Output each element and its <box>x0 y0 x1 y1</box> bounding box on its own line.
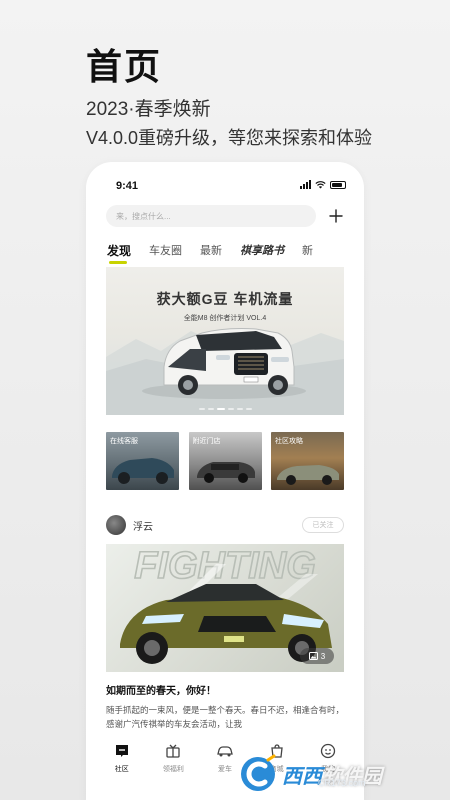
promo-banner[interactable]: 获大额G豆 车机流量 全能M8 创作者计划 VOL.4 <box>106 267 344 415</box>
post-username[interactable]: 浮云 <box>133 518 153 533</box>
card-label: 在线客服 <box>110 438 138 445</box>
wifi-icon <box>315 181 326 189</box>
signal-icon <box>300 180 311 189</box>
plus-icon <box>329 209 343 223</box>
card-community-guide[interactable]: 社区攻略 <box>271 432 344 490</box>
phone-screen: 9:41 来，搜点什么... 发现 车友圈 最新 祺享路书 新 获大额G豆 车机… <box>86 162 364 800</box>
tab-road-book[interactable]: 祺享路书 <box>240 242 284 258</box>
card-label: 附近门店 <box>192 438 221 445</box>
nav-community[interactable]: 社区 <box>100 742 144 800</box>
nav-label: 领福利 <box>162 766 184 773</box>
pagination-dot[interactable] <box>198 408 205 410</box>
nav-label: 社区 <box>114 766 129 773</box>
community-icon <box>113 742 131 760</box>
tab-car-friends[interactable]: 车友圈 <box>149 242 182 258</box>
post-image-text: FIGHTING <box>134 545 316 587</box>
add-post-button[interactable] <box>326 205 346 227</box>
tab-discover[interactable]: 发现 <box>107 242 131 264</box>
post-body[interactable]: 随手抓起的一束风，便是一整个春天。春日不迟，相逢合有时，感谢广汽传祺举的车友会活… <box>106 703 344 731</box>
card-nearby-store[interactable]: 附近门店 <box>188 432 262 490</box>
pagination-dot[interactable] <box>227 408 234 410</box>
tab-new[interactable]: 新 <box>302 242 313 258</box>
nav-label: 爱车 <box>217 766 232 773</box>
pagination-dot[interactable] <box>245 408 252 410</box>
watermark-url: CR173.com <box>318 778 366 788</box>
promo-description: V4.0.0重磅升级，等您来探索和体验 <box>86 128 373 148</box>
mpv-car-image <box>163 328 295 395</box>
feed-tabs: 发现 车友圈 最新 祺享路书 新 <box>107 240 351 264</box>
follow-button[interactable]: 已关注 <box>302 517 344 533</box>
search-row: 来，搜点什么... <box>106 205 346 227</box>
avatar[interactable] <box>106 515 126 535</box>
tab-latest[interactable]: 最新 <box>200 242 222 258</box>
promo-subtitle: 2023·春季焕新 <box>86 99 211 120</box>
post-header: 浮云 已关注 <box>106 514 344 536</box>
battery-icon <box>330 180 346 189</box>
post-image[interactable]: FIGHTING 3 <box>106 544 344 672</box>
car-icon <box>216 742 234 760</box>
pagination-dot[interactable] <box>216 408 225 410</box>
watermark: 西西软件园 CR173.com <box>238 754 444 794</box>
gift-icon <box>164 742 182 760</box>
post-title[interactable]: 如期而至的春天，你好！ <box>106 682 216 697</box>
image-icon <box>308 652 318 660</box>
watermark-brand-a: 西西 <box>282 765 322 788</box>
banner-pagination <box>106 408 344 410</box>
promo-title: 首页 <box>86 46 163 87</box>
search-input[interactable]: 来，搜点什么... <box>106 205 316 227</box>
image-count-badge: 3 <box>300 648 334 664</box>
shortcut-cards: 在线客服 附近门店 社区攻略 <box>106 432 344 490</box>
watermark-logo-icon <box>241 754 276 791</box>
status-time: 9:41 <box>116 180 139 192</box>
image-count: 3 <box>320 651 326 661</box>
status-icons <box>300 180 346 189</box>
card-online-service[interactable]: 在线客服 <box>106 432 179 490</box>
card-label: 社区攻略 <box>275 438 303 445</box>
status-bar: 9:41 <box>86 162 364 202</box>
pagination-dot[interactable] <box>236 408 243 410</box>
pagination-dot[interactable] <box>207 408 214 410</box>
nav-benefits[interactable]: 领福利 <box>151 742 195 800</box>
